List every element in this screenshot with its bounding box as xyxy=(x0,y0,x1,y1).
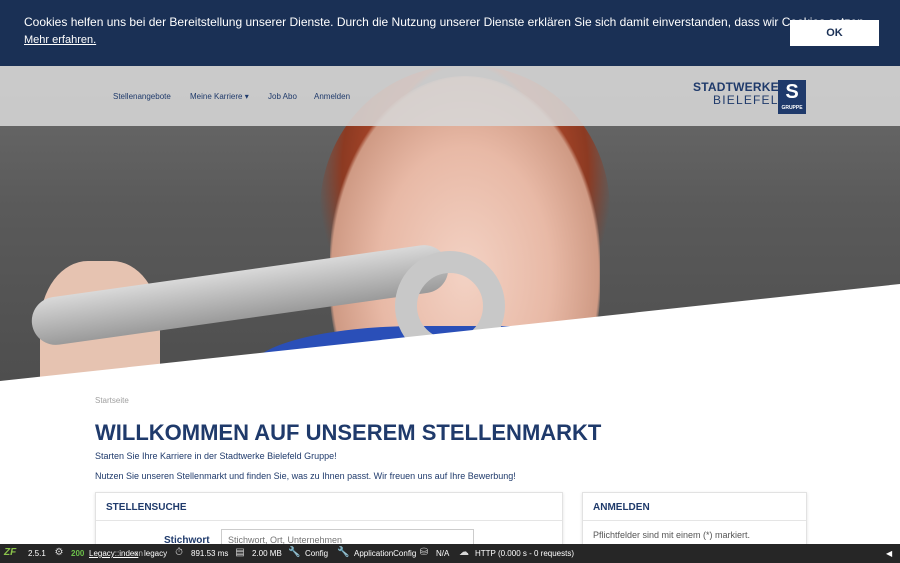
search-card: STELLENSUCHE Stichwort xyxy=(95,492,563,552)
memory-icon: ▤ xyxy=(235,547,245,558)
cookie-banner: Cookies helfen uns bei der Bereitstellun… xyxy=(0,0,900,66)
page-title: WILLKOMMEN AUF UNSEREM STELLENMARKT xyxy=(95,420,602,445)
wrench-icon: 🔧 xyxy=(337,547,350,558)
zf-version: 2.5.1 xyxy=(28,549,46,558)
required-fields-note: Pflichtfelder sind mit einem (*) markier… xyxy=(593,530,751,540)
route-on-text: on xyxy=(134,549,143,558)
logo-badge-text: GRUPPE xyxy=(781,105,803,111)
config-label[interactable]: Config xyxy=(305,549,328,558)
intro-text-1: Starten Sie Ihre Karriere in der Stadtwe… xyxy=(95,451,337,461)
logo-badge: S GRUPPE xyxy=(778,80,806,114)
http-status: HTTP (0.000 s - 0 requests) xyxy=(475,549,574,558)
stopwatch-icon: ⏱ xyxy=(175,547,183,558)
logo-line1: STADTWERKE xyxy=(693,80,779,94)
zf-logo[interactable]: ZF xyxy=(4,547,16,558)
breadcrumb[interactable]: Startseite xyxy=(95,396,129,405)
cookie-ok-button[interactable]: OK xyxy=(790,20,879,46)
logo-badge-letter: S xyxy=(785,81,799,103)
login-card-title: ANMELDEN xyxy=(593,502,650,513)
route-name: legacy xyxy=(144,549,168,558)
memory-usage: 2.00 MB xyxy=(252,549,282,558)
request-time: 891.53 ms xyxy=(191,549,229,558)
nav-anmelden[interactable]: Anmelden xyxy=(314,92,350,101)
login-card: ANMELDEN Pflichtfelder sind mit einem (*… xyxy=(582,492,807,552)
nav-meine-karriere[interactable]: Meine Karriere ▾ xyxy=(190,92,249,101)
debug-toolbar: ZF 2.5.1 ⚙ 200 Legacy::index on legacy ⏱… xyxy=(0,544,900,563)
gear-icon: ⚙ xyxy=(54,547,64,558)
nav-stellenangebote[interactable]: Stellenangebote xyxy=(113,92,171,101)
status-code: 200 xyxy=(71,549,85,558)
intro-text-2: Nutzen Sie unseren Stellenmarkt und find… xyxy=(95,471,516,481)
db-status: N/A xyxy=(436,549,450,558)
login-card-divider xyxy=(583,520,806,521)
route-link[interactable]: Legacy::index xyxy=(89,549,138,558)
cloud-icon: ☁ xyxy=(459,547,469,558)
search-card-title: STELLENSUCHE xyxy=(106,502,187,513)
nav-job-abo[interactable]: Job Abo xyxy=(268,92,297,101)
search-card-divider xyxy=(96,520,562,521)
collapse-toolbar-icon[interactable]: ◀ xyxy=(886,549,892,558)
database-icon: ⛁ xyxy=(419,547,429,558)
cookie-more-link[interactable]: Mehr erfahren. xyxy=(24,34,96,46)
company-logo[interactable]: STADTWERKE BIELEFELD S GRUPPE xyxy=(693,80,806,114)
wrench-icon: 🔧 xyxy=(288,547,301,558)
cookie-text: Cookies helfen uns bei der Bereitstellun… xyxy=(24,15,868,29)
app-config-label[interactable]: ApplicationConfig xyxy=(354,549,416,558)
